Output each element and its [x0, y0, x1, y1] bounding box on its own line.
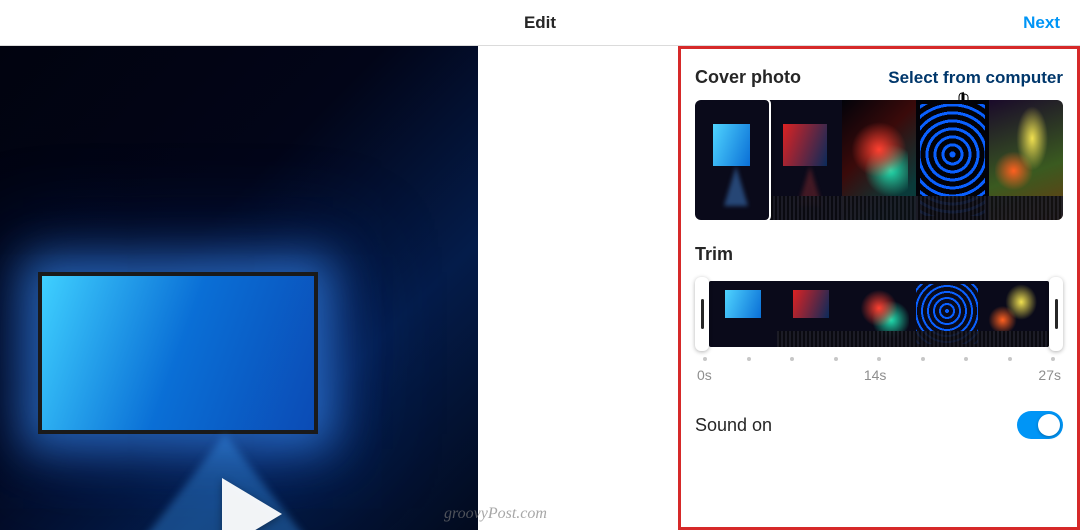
- trim-frames[interactable]: [709, 281, 1049, 347]
- sound-toggle[interactable]: [1017, 411, 1063, 439]
- trim-section: Trim 0s 14s 27s: [695, 244, 1063, 383]
- cover-frame[interactable]: [842, 100, 916, 220]
- trim-end-handle[interactable]: [1049, 277, 1063, 351]
- trim-start-handle[interactable]: [695, 277, 709, 351]
- cover-frame[interactable]: [769, 100, 843, 220]
- select-from-computer-link[interactable]: Select from computer: [888, 68, 1063, 88]
- trim-frame: [845, 281, 913, 347]
- spacer: [478, 46, 678, 530]
- cover-frame[interactable]: [695, 100, 771, 220]
- trim-frame: [913, 281, 981, 347]
- trim-label: Trim: [695, 244, 733, 264]
- cover-frame[interactable]: [989, 100, 1063, 220]
- trim-start-label: 0s: [697, 367, 712, 383]
- trim-end-label: 27s: [1038, 367, 1061, 383]
- editor-content: Cover photo Select from computer Trim: [0, 46, 1080, 530]
- trim-frame: [981, 281, 1049, 347]
- play-icon[interactable]: [222, 478, 282, 530]
- video-preview[interactable]: [0, 46, 478, 530]
- cover-frame[interactable]: [916, 100, 990, 220]
- preview-stage-screen: [38, 272, 318, 434]
- sound-label: Sound on: [695, 415, 772, 436]
- editor-header: Edit Next: [0, 0, 1080, 46]
- next-button[interactable]: Next: [1023, 13, 1060, 33]
- trim-mid-label: 14s: [864, 367, 887, 383]
- trim-frame: [777, 281, 845, 347]
- trim-time-labels: 0s 14s 27s: [695, 367, 1063, 383]
- trim-ticks: [695, 357, 1063, 361]
- sound-row: Sound on: [695, 411, 1063, 439]
- cover-photo-label: Cover photo: [695, 67, 801, 88]
- trim-strip[interactable]: [695, 277, 1063, 351]
- edit-sidepanel: Cover photo Select from computer Trim: [678, 46, 1080, 530]
- cover-frame-strip[interactable]: [695, 100, 1063, 220]
- trim-frame: [709, 281, 777, 347]
- page-title: Edit: [524, 13, 556, 33]
- cover-photo-section: Cover photo Select from computer: [695, 67, 1063, 220]
